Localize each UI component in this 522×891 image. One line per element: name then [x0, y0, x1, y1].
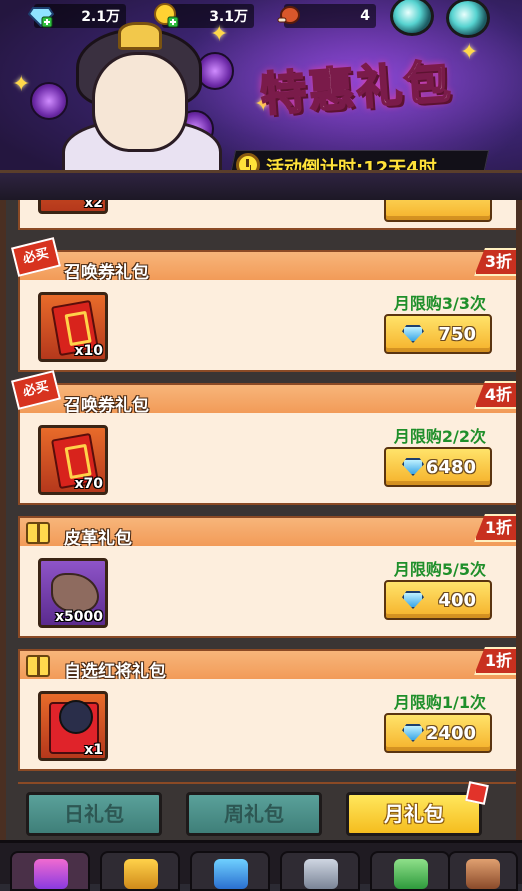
must-buy-badge: 必买: [11, 237, 61, 277]
diamond-plus-icon[interactable]: [28, 2, 54, 28]
price-label: 2400: [425, 723, 476, 744]
buy-button[interactable]: 750: [384, 314, 492, 354]
character-portrait: [92, 52, 188, 152]
pack-card-body: x2: [18, 200, 516, 230]
diamond-count: 2.1万: [81, 9, 120, 25]
item-quantity: x5000: [55, 609, 103, 625]
pack-list[interactable]: x2 必买 召唤券礼包 3折 x10 月限购3/3次 750 必买 召唤券礼包 …: [0, 200, 522, 784]
item-slot[interactable]: x5000: [38, 558, 108, 628]
nav-treasure[interactable]: [100, 851, 180, 891]
bottom-navigation: [0, 840, 522, 891]
meat-icon: [277, 6, 300, 24]
banner-title: 特惠礼包: [258, 53, 455, 122]
armor-icon: [304, 859, 338, 889]
character-crown: [118, 22, 162, 50]
purchase-limit: 月限购1/1次: [393, 693, 486, 712]
pack-card-body: x1 月限购1/1次 2400: [18, 679, 516, 771]
nav-gems[interactable]: [10, 851, 90, 891]
item-quantity: x70: [74, 476, 103, 492]
item-quantity: x2: [84, 200, 103, 211]
diamond-icon: [402, 458, 424, 476]
sparkle-icon: ✦: [12, 72, 31, 97]
buy-button[interactable]: 400: [384, 580, 492, 620]
banner-floor: [0, 170, 522, 200]
discount-tag: 4折: [474, 381, 516, 409]
scroll-icon: [466, 859, 500, 889]
sparkle-icon: ✦: [460, 40, 479, 65]
item-quantity: x10: [74, 343, 103, 359]
item-slot[interactable]: x2: [38, 200, 108, 214]
pack-card-header: 皮革礼包 1折: [18, 514, 516, 549]
gift-icon: [26, 522, 50, 544]
event-banner: 2.1万 3.1万 4 ✦ ✦ ✦ ✦ 特惠礼包 活动倒计时:12天4时: [0, 0, 522, 200]
leather-icon: [51, 573, 99, 613]
discount-tag: 1折: [474, 647, 516, 675]
pack-card-body: x10 月限购3/3次 750: [18, 280, 516, 372]
item-slot[interactable]: x10: [38, 292, 108, 362]
checklist-icon: [394, 859, 428, 889]
gift-icon: [26, 655, 50, 677]
nav-armor[interactable]: [280, 851, 360, 891]
diamond-icon: [402, 591, 424, 609]
notification-badge: [465, 781, 489, 805]
flower-decoration: [30, 82, 68, 120]
buy-button[interactable]: 2400: [384, 713, 492, 753]
pack-card-body: x70 月限购2/2次 6480: [18, 413, 516, 505]
discount-tag: 1折: [474, 514, 516, 542]
buy-button[interactable]: 6480: [384, 447, 492, 487]
gold-coin-plus-icon[interactable]: [154, 2, 180, 28]
item-slot[interactable]: x1: [38, 691, 108, 761]
pack-card: 自选红将礼包 1折 x1 月限购1/1次 2400: [18, 647, 516, 771]
item-slot[interactable]: x70: [38, 425, 108, 495]
item-quantity: x1: [84, 742, 103, 758]
pack-card: 必买 召唤券礼包 4折 x70 月限购2/2次 6480: [11, 370, 516, 505]
pack-card-header: 必买 召唤券礼包 4折: [11, 370, 516, 416]
price-label: 6480: [425, 457, 476, 478]
pack-card-header: 自选红将礼包 1折: [18, 647, 516, 682]
meat-count: 4: [360, 8, 370, 24]
sparkle-icon: ✦: [210, 22, 229, 47]
diamond-icon: [402, 325, 424, 343]
pack-card: 皮革礼包 1折 x5000 月限购5/5次 400: [18, 514, 516, 638]
gems-icon: [34, 859, 68, 889]
price-label: 400: [438, 590, 476, 611]
pack-card-body: x5000 月限购5/5次 400: [18, 546, 516, 638]
diamond-icon: [402, 724, 424, 742]
nav-more[interactable]: [448, 851, 518, 891]
price-label: 750: [438, 324, 476, 345]
tab-daily[interactable]: 日礼包: [26, 792, 162, 836]
pack-card-header: 必买 召唤券礼包 3折: [11, 237, 516, 283]
pack-tabs: 日礼包 周礼包 月礼包: [0, 781, 522, 840]
pack-card: 必买 召唤券礼包 3折 x10 月限购3/3次 750: [11, 237, 516, 372]
treasure-icon: [124, 859, 158, 889]
purchase-limit: 月限购3/3次: [393, 294, 486, 313]
tab-weekly[interactable]: 周礼包: [186, 792, 322, 836]
nav-tasks[interactable]: [370, 851, 450, 891]
nav-chest[interactable]: [190, 851, 270, 891]
pack-card-partial: x2: [18, 200, 516, 230]
purchase-limit: 月限购2/2次: [393, 427, 486, 446]
tab-monthly-label: 月礼包: [384, 802, 444, 826]
must-buy-badge: 必买: [11, 370, 61, 410]
purchase-limit: 月限购5/5次: [393, 560, 486, 579]
discount-tag: 3折: [474, 248, 516, 276]
buy-button[interactable]: [384, 200, 492, 222]
chest-icon: [214, 859, 248, 889]
tab-monthly[interactable]: 月礼包: [346, 781, 489, 836]
